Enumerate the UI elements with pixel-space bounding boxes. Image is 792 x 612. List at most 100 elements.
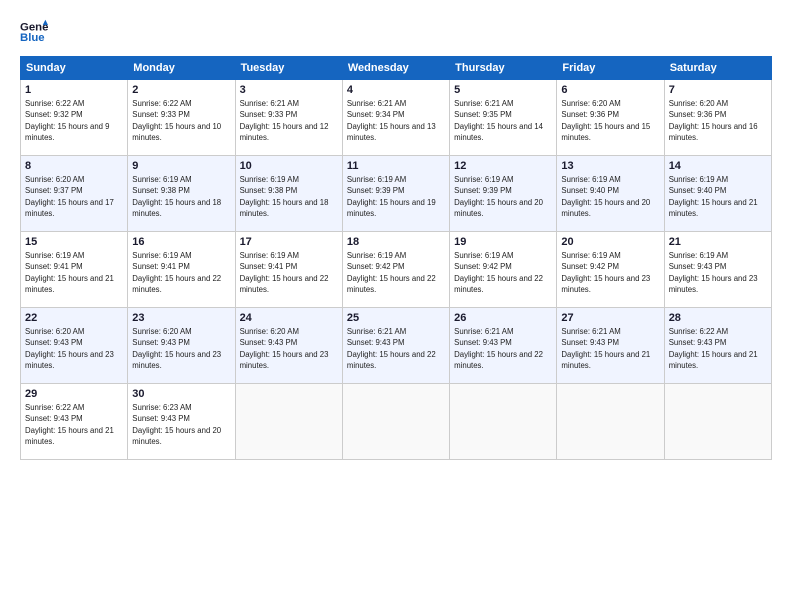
day-number: 12 <box>454 160 552 172</box>
day-info: Sunrise: 6:22 AMSunset: 9:33 PMDaylight:… <box>132 98 230 143</box>
calendar-cell <box>235 384 342 460</box>
day-number: 17 <box>240 236 338 248</box>
day-info: Sunrise: 6:19 AMSunset: 9:39 PMDaylight:… <box>347 174 445 219</box>
day-info: Sunrise: 6:20 AMSunset: 9:43 PMDaylight:… <box>25 326 123 371</box>
day-info: Sunrise: 6:19 AMSunset: 9:38 PMDaylight:… <box>132 174 230 219</box>
calendar-cell: 23 Sunrise: 6:20 AMSunset: 9:43 PMDayligh… <box>128 308 235 384</box>
day-number: 2 <box>132 84 230 96</box>
calendar-cell: 14 Sunrise: 6:19 AMSunset: 9:40 PMDayligh… <box>664 156 771 232</box>
day-number: 1 <box>25 84 123 96</box>
weekday-header-monday: Monday <box>128 57 235 80</box>
calendar-cell: 11 Sunrise: 6:19 AMSunset: 9:39 PMDayligh… <box>342 156 449 232</box>
day-number: 23 <box>132 312 230 324</box>
calendar-cell: 9 Sunrise: 6:19 AMSunset: 9:38 PMDaylight… <box>128 156 235 232</box>
day-number: 26 <box>454 312 552 324</box>
day-info: Sunrise: 6:19 AMSunset: 9:41 PMDaylight:… <box>25 250 123 295</box>
day-info: Sunrise: 6:23 AMSunset: 9:43 PMDaylight:… <box>132 402 230 447</box>
day-info: Sunrise: 6:20 AMSunset: 9:43 PMDaylight:… <box>240 326 338 371</box>
day-number: 3 <box>240 84 338 96</box>
calendar-cell: 30Sunrise: 6:23 AMSunset: 9:43 PMDayligh… <box>128 384 235 460</box>
calendar-cell: 15Sunrise: 6:19 AMSunset: 9:41 PMDayligh… <box>21 232 128 308</box>
day-number: 13 <box>561 160 659 172</box>
calendar-cell <box>557 384 664 460</box>
calendar-table: SundayMondayTuesdayWednesdayThursdayFrid… <box>20 56 772 460</box>
calendar-cell: 21 Sunrise: 6:19 AMSunset: 9:43 PMDayligh… <box>664 232 771 308</box>
day-number: 28 <box>669 312 767 324</box>
weekday-header-friday: Friday <box>557 57 664 80</box>
weekday-header-wednesday: Wednesday <box>342 57 449 80</box>
calendar-cell: 17Sunrise: 6:19 AMSunset: 9:41 PMDayligh… <box>235 232 342 308</box>
day-info: Sunrise: 6:19 AMSunset: 9:42 PMDaylight:… <box>561 250 659 295</box>
day-info: Sunrise: 6:19 AMSunset: 9:42 PMDaylight:… <box>454 250 552 295</box>
calendar-cell: 1 Sunrise: 6:22 AMSunset: 9:32 PMDaylight… <box>21 80 128 156</box>
weekday-header-tuesday: Tuesday <box>235 57 342 80</box>
calendar-cell: 19 Sunrise: 6:19 AMSunset: 9:42 PMDayligh… <box>450 232 557 308</box>
day-number: 22 <box>25 312 123 324</box>
day-info: Sunrise: 6:21 AMSunset: 9:43 PMDaylight:… <box>454 326 552 371</box>
weekday-header-thursday: Thursday <box>450 57 557 80</box>
day-number: 11 <box>347 160 445 172</box>
calendar-cell: 8 Sunrise: 6:20 AMSunset: 9:37 PMDaylight… <box>21 156 128 232</box>
day-info: Sunrise: 6:19 AMSunset: 9:41 PMDaylight:… <box>132 250 230 295</box>
calendar-cell: 4Sunrise: 6:21 AMSunset: 9:34 PMDaylight… <box>342 80 449 156</box>
calendar-cell: 27Sunrise: 6:21 AMSunset: 9:43 PMDayligh… <box>557 308 664 384</box>
day-number: 19 <box>454 236 552 248</box>
day-number: 20 <box>561 236 659 248</box>
calendar-cell: 7 Sunrise: 6:20 AMSunset: 9:36 PMDaylight… <box>664 80 771 156</box>
weekday-header-sunday: Sunday <box>21 57 128 80</box>
day-info: Sunrise: 6:21 AMSunset: 9:33 PMDaylight:… <box>240 98 338 143</box>
calendar-cell: 28 Sunrise: 6:22 AMSunset: 9:43 PMDayligh… <box>664 308 771 384</box>
day-info: Sunrise: 6:22 AMSunset: 9:43 PMDaylight:… <box>25 402 123 447</box>
day-number: 27 <box>561 312 659 324</box>
calendar-page: General Blue SundayMondayTuesdayWednesda… <box>0 0 792 612</box>
day-number: 21 <box>669 236 767 248</box>
calendar-cell: 26 Sunrise: 6:21 AMSunset: 9:43 PMDayligh… <box>450 308 557 384</box>
day-info: Sunrise: 6:20 AMSunset: 9:36 PMDaylight:… <box>669 98 767 143</box>
day-number: 6 <box>561 84 659 96</box>
day-number: 18 <box>347 236 445 248</box>
calendar-cell: 25 Sunrise: 6:21 AMSunset: 9:43 PMDayligh… <box>342 308 449 384</box>
calendar-cell: 3 Sunrise: 6:21 AMSunset: 9:33 PMDaylight… <box>235 80 342 156</box>
logo-icon: General Blue <box>20 18 48 46</box>
day-number: 24 <box>240 312 338 324</box>
day-number: 14 <box>669 160 767 172</box>
day-info: Sunrise: 6:22 AMSunset: 9:32 PMDaylight:… <box>25 98 123 143</box>
day-info: Sunrise: 6:20 AMSunset: 9:37 PMDaylight:… <box>25 174 123 219</box>
day-info: Sunrise: 6:19 AMSunset: 9:40 PMDaylight:… <box>561 174 659 219</box>
calendar-cell: 6 Sunrise: 6:20 AMSunset: 9:36 PMDaylight… <box>557 80 664 156</box>
svg-text:Blue: Blue <box>20 32 45 44</box>
day-info: Sunrise: 6:19 AMSunset: 9:43 PMDaylight:… <box>669 250 767 295</box>
day-info: Sunrise: 6:22 AMSunset: 9:43 PMDaylight:… <box>669 326 767 371</box>
calendar-cell: 18Sunrise: 6:19 AMSunset: 9:42 PMDayligh… <box>342 232 449 308</box>
calendar-cell: 2 Sunrise: 6:22 AMSunset: 9:33 PMDaylight… <box>128 80 235 156</box>
calendar-cell: 5 Sunrise: 6:21 AMSunset: 9:35 PMDaylight… <box>450 80 557 156</box>
day-info: Sunrise: 6:19 AMSunset: 9:40 PMDaylight:… <box>669 174 767 219</box>
calendar-cell: 22 Sunrise: 6:20 AMSunset: 9:43 PMDayligh… <box>21 308 128 384</box>
calendar-cell: 24 Sunrise: 6:20 AMSunset: 9:43 PMDayligh… <box>235 308 342 384</box>
day-number: 5 <box>454 84 552 96</box>
weekday-header-saturday: Saturday <box>664 57 771 80</box>
day-info: Sunrise: 6:19 AMSunset: 9:38 PMDaylight:… <box>240 174 338 219</box>
day-info: Sunrise: 6:21 AMSunset: 9:34 PMDaylight:… <box>347 98 445 143</box>
day-info: Sunrise: 6:19 AMSunset: 9:39 PMDaylight:… <box>454 174 552 219</box>
day-info: Sunrise: 6:20 AMSunset: 9:36 PMDaylight:… <box>561 98 659 143</box>
day-number: 7 <box>669 84 767 96</box>
day-number: 8 <box>25 160 123 172</box>
day-info: Sunrise: 6:21 AMSunset: 9:35 PMDaylight:… <box>454 98 552 143</box>
day-number: 29 <box>25 388 123 400</box>
day-number: 25 <box>347 312 445 324</box>
day-info: Sunrise: 6:21 AMSunset: 9:43 PMDaylight:… <box>347 326 445 371</box>
day-number: 9 <box>132 160 230 172</box>
calendar-cell <box>664 384 771 460</box>
calendar-cell: 16 Sunrise: 6:19 AMSunset: 9:41 PMDayligh… <box>128 232 235 308</box>
day-number: 10 <box>240 160 338 172</box>
calendar-cell: 20 Sunrise: 6:19 AMSunset: 9:42 PMDayligh… <box>557 232 664 308</box>
day-info: Sunrise: 6:20 AMSunset: 9:43 PMDaylight:… <box>132 326 230 371</box>
calendar-cell <box>342 384 449 460</box>
calendar-cell: 12 Sunrise: 6:19 AMSunset: 9:39 PMDayligh… <box>450 156 557 232</box>
calendar-cell <box>450 384 557 460</box>
calendar-cell: 13 Sunrise: 6:19 AMSunset: 9:40 PMDayligh… <box>557 156 664 232</box>
calendar-cell: 10 Sunrise: 6:19 AMSunset: 9:38 PMDayligh… <box>235 156 342 232</box>
day-number: 16 <box>132 236 230 248</box>
logo: General Blue <box>20 18 48 46</box>
